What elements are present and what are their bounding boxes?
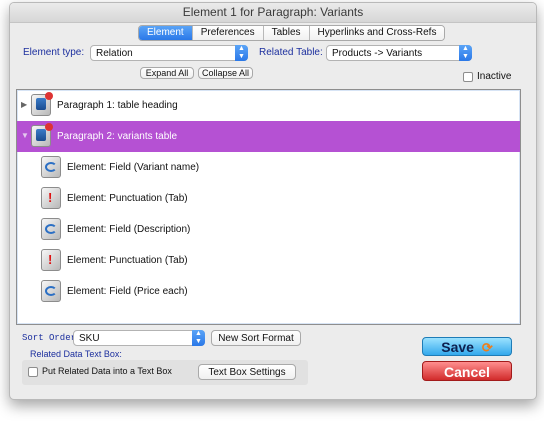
tree-row[interactable]: Element: Field (Variant name): [17, 152, 520, 183]
element-type-value: Relation: [96, 48, 133, 59]
field-icon: [41, 156, 61, 178]
chevron-updown-icon: ▲ ▼: [192, 330, 205, 346]
related-table-value: Products -> Variants: [332, 48, 423, 59]
tab-hyperlinks[interactable]: Hyperlinks and Cross-Refs: [309, 26, 445, 40]
tree-row-label: Element: Punctuation (Tab): [67, 255, 188, 266]
field-icon: [41, 280, 61, 302]
tab-element[interactable]: Element: [139, 26, 193, 40]
tree-row-label: Paragraph 1: table heading: [57, 100, 178, 111]
disclosure-triangle-icon[interactable]: ▼: [21, 131, 29, 140]
chevron-updown-icon: ▲ ▼: [459, 45, 472, 61]
sort-order-value: SKU: [79, 333, 100, 344]
tree-row-label: Element: Field (Description): [67, 224, 191, 235]
window-title: Element 1 for Paragraph: Variants: [10, 3, 536, 23]
tree-row[interactable]: Element: Field (Description): [17, 214, 520, 245]
tab-bar: Element Preferences Tables Hyperlinks an…: [138, 25, 446, 41]
tree-row[interactable]: Element: Field (Price each): [17, 276, 520, 307]
element-tree[interactable]: ▶ Paragraph 1: table heading ▼ Paragraph…: [16, 89, 521, 325]
tree-row[interactable]: ! Element: Punctuation (Tab): [17, 183, 520, 214]
text-box-settings-button[interactable]: Text Box Settings: [198, 364, 296, 380]
paragraph-icon: [31, 123, 53, 147]
tree-row-label: Paragraph 2: variants table: [57, 131, 178, 142]
related-text-box-label: Put Related Data into a Text Box: [42, 366, 172, 376]
chevron-updown-icon: ▲ ▼: [235, 45, 248, 61]
tree-row[interactable]: ▶ Paragraph 1: table heading: [17, 90, 520, 121]
tree-row-label: Element: Punctuation (Tab): [67, 193, 188, 204]
tree-row-label: Element: Field (Variant name): [67, 162, 200, 173]
cancel-button[interactable]: Cancel: [422, 361, 512, 381]
paragraph-icon: [31, 92, 53, 116]
related-table-label: Related Table:: [259, 47, 323, 58]
tree-row-selected[interactable]: ▼ Paragraph 2: variants table: [17, 121, 520, 152]
element-type-label: Element type:: [23, 47, 85, 58]
field-icon: [41, 218, 61, 240]
dialog-window: Element 1 for Paragraph: Variants Elemen…: [9, 2, 537, 400]
new-sort-format-button[interactable]: New Sort Format: [211, 330, 301, 346]
element-type-select[interactable]: Relation ▲ ▼: [90, 45, 248, 61]
tree-row-label: Element: Field (Price each): [67, 286, 188, 297]
punctuation-icon: !: [41, 187, 61, 209]
inactive-checkbox[interactable]: [463, 72, 473, 82]
tab-tables[interactable]: Tables: [263, 26, 310, 40]
tree-row[interactable]: ! Element: Punctuation (Tab): [17, 245, 520, 276]
inactive-label: Inactive: [477, 71, 512, 82]
related-text-box-checkbox[interactable]: [28, 367, 38, 377]
sort-order-select[interactable]: SKU ▲ ▼: [73, 330, 205, 346]
related-table-select[interactable]: Products -> Variants ▲ ▼: [326, 45, 472, 61]
related-data-heading: Related Data Text Box:: [30, 349, 122, 359]
punctuation-icon: !: [41, 249, 61, 271]
expand-all-button[interactable]: Expand All: [140, 67, 194, 79]
refresh-icon: ⟳: [481, 340, 493, 355]
save-button[interactable]: Save ⟳: [422, 337, 512, 356]
save-label: Save: [441, 339, 474, 355]
disclosure-triangle-icon[interactable]: ▶: [21, 100, 27, 109]
collapse-all-button[interactable]: Collapse All: [198, 67, 253, 79]
tab-preferences[interactable]: Preferences: [192, 26, 264, 40]
